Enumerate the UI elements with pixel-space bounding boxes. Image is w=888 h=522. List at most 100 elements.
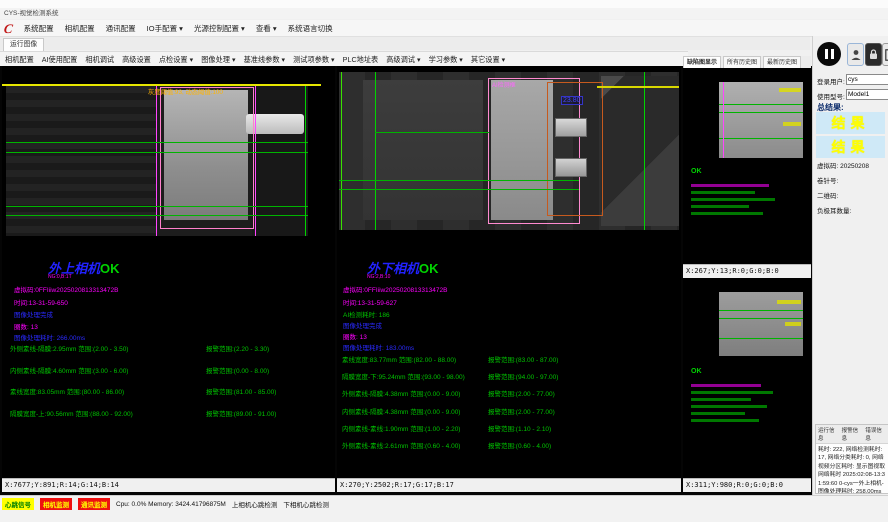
tool-test-params[interactable]: 测试项参数 ▾ (293, 55, 335, 65)
menu-io-config[interactable]: IO手配置 ▾ (147, 23, 183, 34)
measure-row: 外侧素线-隔膜:2.95mm 范围:(2.00 - 3.50)报警范围:(2.2… (10, 343, 331, 353)
left-camera-panel[interactable]: 灰度阈值:93, 动态阈值:100 外上相机OK NG:0,B:1T 虚拟码:0… (2, 66, 335, 492)
mid-measure-line-1 (339, 180, 579, 181)
measure-row: 隔膜宽度-下:95.24mm 范围:(93.00 - 98.00)报警范围:(9… (342, 371, 677, 381)
tab-defect-image[interactable]: 缺陷图显示 (683, 56, 721, 68)
menu-view[interactable]: 查看 ▾ (256, 23, 277, 34)
app-window: CYS-视觉检测系统 C 系统配置 相机配置 通讯配置 IO手配置 ▾ 光源控制… (0, 0, 888, 522)
tab-run-image[interactable]: 运行图像 (3, 38, 44, 51)
thumb1-pixel-coords: X:267;Y:13;R:0;G:0;B:0 (683, 264, 811, 278)
mid-barcode: 虚拟码:0FFIiiw2025020813313472B (343, 284, 447, 294)
thumb2-image (719, 292, 803, 356)
lock-button[interactable] (865, 43, 882, 66)
thumb2-yellow-mark (785, 322, 801, 326)
pause-button[interactable] (817, 42, 841, 66)
tab-error-info[interactable]: 错误信息 (865, 426, 886, 442)
menu-camera-config[interactable]: 相机配置 (65, 23, 95, 34)
mid-vline-2 (644, 72, 645, 230)
measure-text: 内侧素线-素线:1.90mm 范围:(1.00 - 2.20) (342, 423, 488, 433)
menu-light-config[interactable]: 光源控制配置 ▾ (194, 23, 245, 34)
mid-vline-0 (341, 72, 342, 230)
thumb1-yellow-mark (779, 88, 801, 92)
measure-text: 外侧素线-隔膜:2.95mm 范围:(2.00 - 3.50) (10, 343, 206, 353)
history-tab-strip: 缺陷图显示 所有历史图 最新历史图 (683, 56, 811, 68)
mid-camera-panel[interactable]: AI检测框 23.80 外下相机OK NG:2,B:10 虚拟码:0FFIiiw… (337, 66, 681, 492)
alarm-range: 报警范围:(81.00 - 85.00) (206, 386, 276, 396)
login-user-input[interactable] (846, 74, 888, 85)
history-thumb-1[interactable]: OK X:267;Y:13;R:0;G:0;B:0 (683, 68, 811, 278)
thumb2-pixel-coords: X:311;Y:980;R:0;G:0;B:0 (683, 478, 811, 492)
history-column: 缺陷图显示 所有历史图 最新历史图 OK X:267;Y:13;R (683, 56, 811, 492)
menu-comm-config[interactable]: 通讯配置 (106, 23, 136, 34)
tab-run-info[interactable]: 运行信息 (818, 426, 839, 442)
model-label: 使用型号: (817, 91, 845, 101)
history-thumb-2[interactable]: OK X:311;Y:980;R:0;G:0;B:0 (683, 280, 811, 492)
heartbeat-status-badge: 心跳信号 (2, 498, 34, 510)
mid-time: 时间:13-31-59-627 (343, 297, 397, 307)
alarm-range: 报警范围:(94.00 - 97.00) (488, 371, 558, 381)
measure-row: 素线宽度:83.05mm 范围:(80.00 - 86.00)报警范围:(81.… (10, 386, 331, 396)
tool-plc-address-table[interactable]: PLC地址表 (343, 55, 379, 65)
left-threshold-overlay: 灰度阈值:93, 动态阈值:100 (148, 87, 223, 96)
tool-advanced-settings[interactable]: 高级设置 (122, 55, 151, 65)
alarm-range: 报警范围:(83.00 - 87.00) (488, 354, 558, 364)
measure-text: 内侧素线-隔膜:4.60mm 范围:(3.00 - 6.00) (10, 365, 206, 375)
left-pixel-coords: X:7677;Y:891;R:14;G:14;B:14 (2, 478, 335, 492)
measure-row: 内侧素线-隔膜:4.60mm 范围:(3.00 - 6.00)报警范围:(0.0… (10, 365, 331, 375)
measure-row: 内侧素线-隔膜:4.38mm 范围:(0.00 - 9.00)报警范围:(2.0… (342, 406, 677, 416)
tool-baseline-params[interactable]: 基准线参数 ▾ (244, 55, 286, 65)
left-roi-rect (160, 87, 254, 229)
upper-camera-heartbeat: 上相机心跳检测 (232, 499, 278, 509)
thumb2-text-lines (691, 380, 791, 422)
tool-camera-debug[interactable]: 相机调试 (85, 55, 114, 65)
menu-language-switch[interactable]: 系统语言切换 (288, 23, 333, 34)
status-bar: 心跳信号 相机监测 通讯监测 Cpu: 0.0% Memory: 3424.41… (0, 495, 888, 522)
tool-image-processing[interactable]: 图像处理 ▾ (201, 55, 235, 65)
measure-text: 内侧素线-隔膜:4.38mm 范围:(0.00 - 9.00) (342, 406, 488, 416)
left-measure-line-4 (6, 215, 308, 216)
user-button[interactable] (847, 43, 864, 66)
left-barcode: 虚拟码:0FFIiiw2025020813313472B (14, 284, 118, 294)
exit-button[interactable] (882, 43, 888, 66)
mid-image-right-block (601, 76, 679, 226)
left-camera-image[interactable]: 灰度阈值:93, 动态阈值:100 (6, 86, 308, 236)
tool-camera-config[interactable]: 相机配置 (5, 55, 34, 65)
mid-camera-image[interactable]: AI检测框 23.80 (339, 72, 679, 230)
left-roi-line-a (156, 86, 157, 236)
mid-camera-result: OK (419, 261, 439, 276)
tab-alarm-info[interactable]: 报警信息 (842, 426, 863, 442)
tool-spotcheck-settings[interactable]: 点检设置 ▾ (159, 55, 193, 65)
measure-row: 素线宽度:83.77mm 范围:(82.00 - 88.00)报警范围:(83.… (342, 354, 677, 364)
tool-ai-usage-config[interactable]: AI使用配置 (42, 55, 78, 65)
mid-measure-line-3 (375, 132, 489, 133)
tool-advanced-debug[interactable]: 高级调试 ▾ (386, 55, 420, 65)
menu-system-config[interactable]: 系统配置 (24, 23, 54, 34)
mid-sub-note: NG:2,B:10 (367, 274, 390, 280)
tab-all-history[interactable]: 所有历史图 (723, 56, 761, 68)
comm-monitor-badge: 通讯监测 (78, 498, 110, 510)
thumb1-result: OK (691, 168, 702, 175)
left-sub-note: NG:0,B:1T (48, 274, 72, 280)
tab-count-label: 负极耳数量: (817, 205, 851, 215)
window-title: CYS-视觉检测系统 (0, 8, 888, 19)
left-measure-vline (305, 86, 306, 236)
tool-learning-params[interactable]: 学习参数 ▾ (429, 55, 463, 65)
alarm-range: 报警范围:(0.00 - 8.00) (206, 365, 269, 375)
mid-ai-box-label: AI检测框 (492, 80, 516, 89)
mid-round-count: 圈数: 13 (343, 331, 367, 341)
model-input[interactable] (846, 89, 888, 100)
runtime-info-box: 运行信息 报警信息 错误信息 耗时: 222, 网络检测耗时: 17, 网络分类… (815, 424, 888, 494)
tool-other-settings[interactable]: 其它设置 ▾ (471, 55, 505, 65)
tab-latest-history[interactable]: 最新历史图 (763, 56, 801, 68)
pin-number-label: 卷针号: (817, 175, 838, 185)
thumb2-yellow-mark (777, 300, 801, 304)
left-image-right-bg (252, 86, 308, 236)
left-measure-rows: 外侧素线-隔膜:2.95mm 范围:(2.00 - 3.50)报警范围:(2.2… (10, 343, 331, 429)
user-icon (851, 49, 861, 61)
mid-overlay-value: 23.80 (561, 96, 583, 105)
alarm-range: 报警范围:(89.00 - 91.00) (206, 408, 276, 418)
mid-yellow-guideline (597, 86, 679, 88)
mid-elapsed: 图像处理耗时: 183.00ms (343, 342, 414, 352)
measure-text: 隔膜宽度-上:90.56mm 范围:(88.00 - 92.00) (10, 408, 206, 418)
left-image-machine-bg (6, 86, 156, 236)
